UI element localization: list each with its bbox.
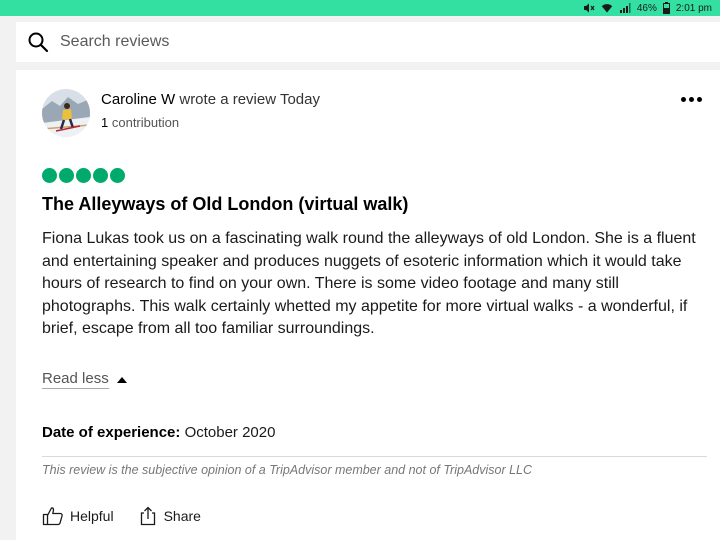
caret-up-icon — [116, 376, 127, 383]
status-indicators: 46% 2:01 pm — [583, 1, 712, 15]
more-options-button[interactable] — [676, 88, 706, 110]
wifi-icon — [601, 2, 613, 14]
read-less-button[interactable]: Read less — [42, 370, 127, 389]
experience-value: October 2020 — [184, 424, 276, 441]
avatar[interactable] — [42, 89, 90, 137]
rating-bubble-icon — [59, 168, 74, 183]
thumbs-up-icon — [42, 506, 64, 526]
signal-icon — [619, 2, 631, 14]
date-of-experience: Date of experience: October 2020 — [42, 424, 275, 441]
disclaimer: This review is the subjective opinion of… — [42, 463, 533, 477]
status-bar: 46% 2:01 pm — [0, 0, 720, 16]
helpful-button[interactable]: Helpful — [42, 506, 114, 526]
review-title: The Alleyways of Old London (virtual wal… — [42, 194, 409, 214]
share-button[interactable]: Share — [138, 506, 201, 526]
status-time: 2:01 pm — [675, 2, 712, 14]
author-line: Caroline W wrote a review Today — [101, 91, 320, 108]
divider — [42, 456, 707, 457]
review-actions: Helpful Share — [42, 506, 201, 526]
more-dots-icon — [680, 96, 686, 102]
contribution-label: contribution — [111, 115, 180, 130]
rating-bubble-icon — [110, 168, 125, 183]
rating-bubbles — [42, 168, 125, 183]
read-less-label: Read less — [42, 370, 109, 389]
search-icon[interactable] — [27, 31, 49, 53]
contribution-info: 1 contribution — [101, 115, 179, 130]
review-card: Caroline W wrote a review Today 1 contri… — [16, 70, 720, 540]
review-action: wrote a review — [179, 91, 277, 108]
rating-bubble-icon — [93, 168, 108, 183]
more-dot — [688, 96, 694, 102]
experience-label: Date of experience: — [42, 424, 181, 441]
contribution-count: 1 — [101, 115, 109, 130]
more-dot — [696, 96, 702, 102]
share-icon — [138, 506, 158, 526]
review-date: Today — [279, 91, 320, 108]
battery-percent: 46% — [636, 2, 657, 14]
review-text: Fiona Lukas took us on a fascinating wal… — [42, 230, 696, 338]
author-name[interactable]: Caroline W — [101, 91, 175, 108]
search-bar — [16, 22, 720, 62]
mute-icon — [583, 2, 595, 14]
battery-icon — [662, 2, 670, 14]
share-label: Share — [163, 508, 201, 524]
helpful-label: Helpful — [70, 508, 114, 524]
rating-bubble-icon — [42, 168, 57, 183]
search-input[interactable] — [60, 30, 700, 54]
rating-bubble-icon — [76, 168, 91, 183]
